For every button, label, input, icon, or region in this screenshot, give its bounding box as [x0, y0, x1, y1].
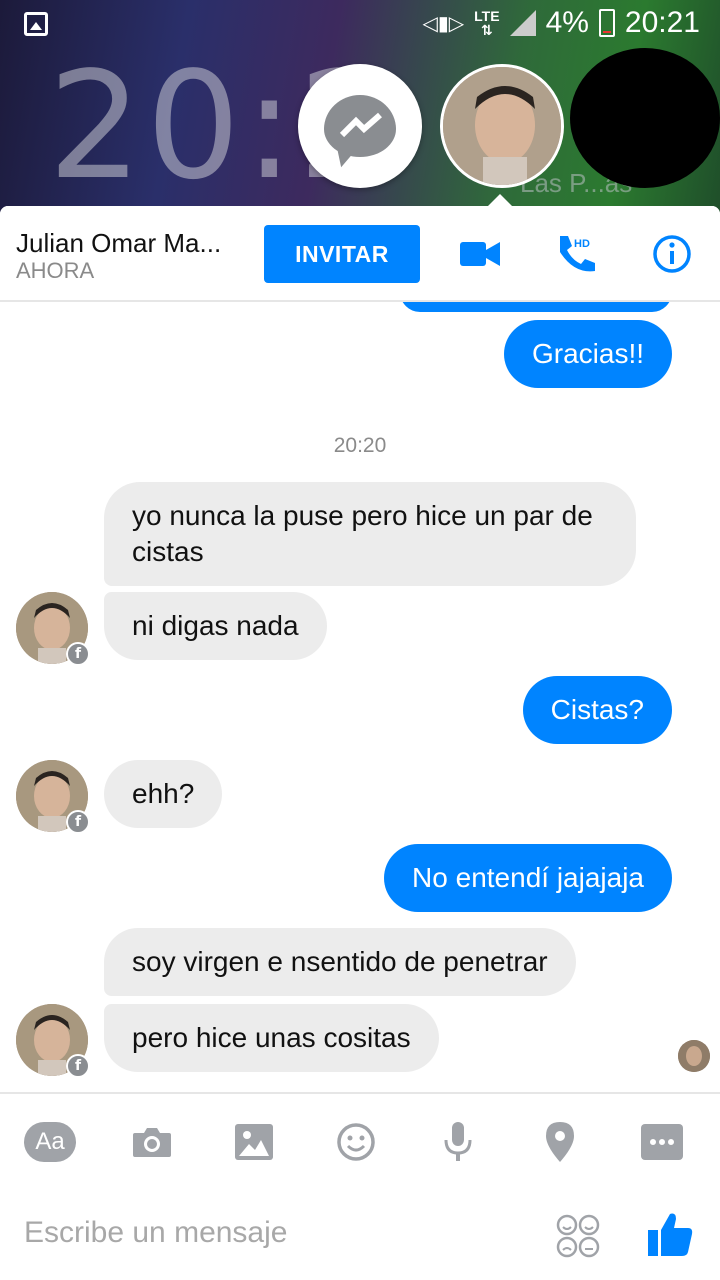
text-mode-icon: Aa: [24, 1122, 76, 1162]
microphone-icon[interactable]: [430, 1118, 486, 1166]
seen-indicator-avatar: [678, 1040, 710, 1072]
message-timestamp: 20:20: [333, 434, 387, 457]
composer-toolbar: Aa: [0, 1092, 720, 1188]
voice-call-hd-icon[interactable]: HD: [552, 230, 600, 278]
message-input-row: [0, 1188, 720, 1280]
invite-button[interactable]: INVITAR: [264, 225, 420, 283]
previous-outgoing-bubble[interactable]: [400, 302, 672, 312]
contact-avatar[interactable]: f: [16, 592, 90, 666]
facebook-badge-icon: f: [66, 810, 90, 834]
text-mode-button[interactable]: Aa: [22, 1118, 78, 1166]
lte-icon: LTE ⇅: [474, 8, 500, 38]
message-bubble-incoming[interactable]: ni digas nada: [104, 592, 327, 660]
message-bubble-outgoing[interactable]: Cistas?: [522, 676, 672, 744]
contact-avatar[interactable]: f: [16, 760, 90, 834]
facebook-badge-icon: f: [66, 1054, 90, 1078]
redacted-chat-head: [570, 48, 720, 188]
camera-icon[interactable]: [124, 1118, 180, 1166]
thumbs-up-icon[interactable]: [646, 1210, 694, 1258]
contact-status: AHORA: [16, 258, 95, 283]
message-bubble-outgoing[interactable]: No entendí jajajaja: [384, 844, 672, 912]
stickers-icon[interactable]: [556, 1214, 600, 1258]
message-list[interactable]: Gracias!! 20:20 yo nunca la puse pero hi…: [0, 302, 720, 1092]
hd-badge: HD: [574, 238, 590, 250]
contact-name[interactable]: Julian Omar Ma...: [16, 228, 221, 259]
message-bubble-incoming[interactable]: pero hice unas cositas: [104, 1004, 439, 1072]
gallery-notification-icon: [24, 12, 48, 36]
chat-panel: Julian Omar Ma... AHORA INVITAR HD Graci…: [0, 206, 720, 1280]
image-icon[interactable]: [226, 1118, 282, 1166]
message-bubble-incoming[interactable]: yo nunca la puse pero hice un par de cis…: [104, 482, 636, 586]
signal-icon: [509, 10, 536, 36]
chat-header: Julian Omar Ma... AHORA INVITAR HD: [0, 206, 720, 302]
battery-icon: [598, 9, 615, 37]
messenger-icon: [324, 95, 396, 157]
message-bubble-outgoing[interactable]: Gracias!!: [503, 320, 672, 388]
vibrate-icon: ◁▮▷: [422, 12, 465, 35]
battery-percent: 4%: [545, 6, 589, 39]
emoji-icon[interactable]: [328, 1118, 384, 1166]
info-icon[interactable]: [648, 230, 696, 278]
messenger-chat-head[interactable]: [298, 64, 422, 188]
video-call-icon[interactable]: [456, 230, 504, 278]
message-bubble-incoming[interactable]: soy virgen e nsentido de penetrar: [104, 928, 576, 996]
more-icon[interactable]: [634, 1118, 690, 1166]
status-bar: ◁▮▷ LTE ⇅ 4% 20:21: [0, 0, 720, 48]
message-bubble-incoming[interactable]: ehh?: [104, 760, 223, 828]
contact-avatar[interactable]: f: [16, 1004, 90, 1078]
location-icon[interactable]: [532, 1118, 588, 1166]
contact-chat-head[interactable]: [440, 64, 564, 188]
facebook-badge-icon: f: [66, 642, 90, 666]
message-input[interactable]: [24, 1208, 524, 1258]
status-icons: ◁▮▷ LTE ⇅ 4% 20:21: [422, 6, 700, 40]
status-time: 20:21: [624, 6, 700, 39]
